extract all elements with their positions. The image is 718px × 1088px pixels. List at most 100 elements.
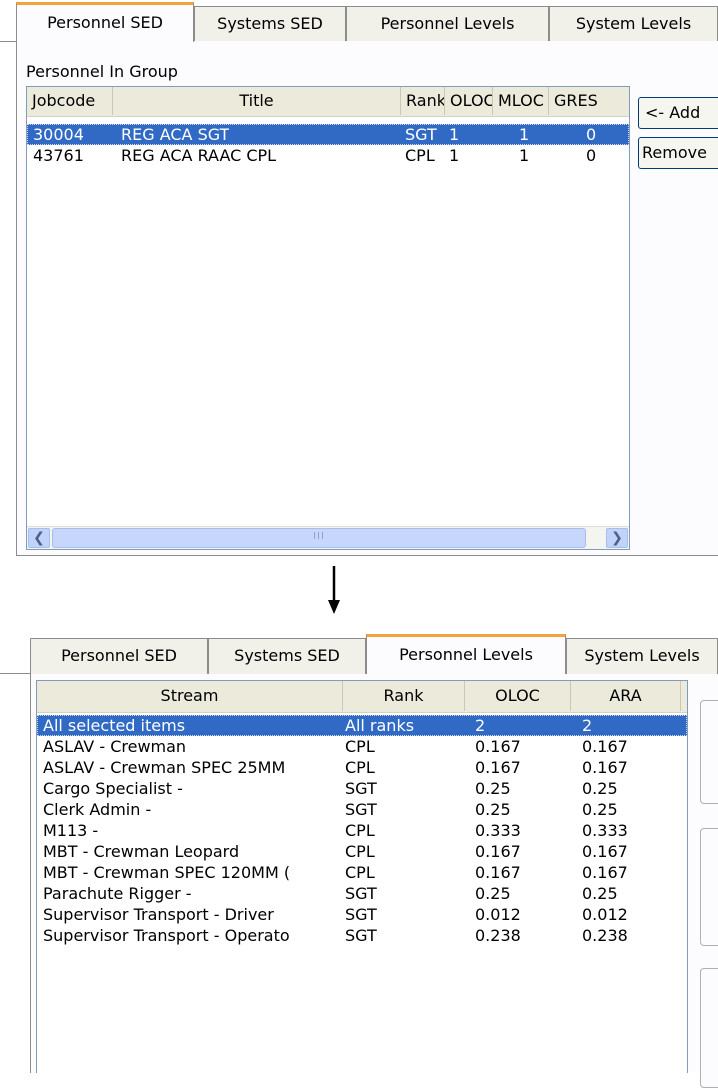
- cell-ara: 0.25: [582, 779, 618, 798]
- list-header: Jobcode Title Rank OLOC MLOC GRES: [27, 87, 629, 117]
- top-tabstrip: Personnel SED Systems SED Personnel Leve…: [0, 2, 718, 46]
- cell-rank: CPL: [345, 758, 375, 777]
- col-stream[interactable]: Stream: [37, 681, 343, 711]
- personnel-group-list[interactable]: Jobcode Title Rank OLOC MLOC GRES 30004 …: [26, 86, 630, 550]
- arrow-down-icon: [328, 566, 340, 614]
- cell-oloc: 1: [449, 125, 460, 144]
- cell-stream: ASLAV - Crewman: [43, 737, 187, 756]
- table-row[interactable]: Parachute Rigger - SGT 0.25 0.25: [37, 883, 687, 904]
- cell-mloc: 1: [519, 125, 530, 144]
- cell-rank: CPL: [345, 842, 375, 861]
- cell-oloc: 0.167: [475, 842, 521, 861]
- cell-stream: ASLAV - Crewman SPEC 25MM: [43, 758, 286, 777]
- col-gres[interactable]: GRES: [549, 87, 629, 115]
- cell-ara: 0.167: [582, 863, 628, 882]
- table-row[interactable]: Supervisor Transport - Driver SGT 0.012 …: [37, 904, 687, 925]
- horizontal-scrollbar[interactable]: ❮ III ❯: [27, 526, 629, 549]
- cell-rank: CPL: [345, 821, 375, 840]
- table-row[interactable]: M113 - CPL 0.333 0.333: [37, 820, 687, 841]
- col-rank[interactable]: Rank: [343, 681, 465, 711]
- cell-rank: All ranks: [345, 716, 415, 735]
- table-row[interactable]: 30004 REG ACA SGT SGT 1 1 0: [27, 124, 629, 145]
- col-oloc[interactable]: OLOC: [465, 681, 571, 711]
- cell-rank: SGT: [405, 125, 437, 144]
- side-group-box: [700, 968, 718, 1088]
- cell-oloc: 0.238: [475, 926, 521, 945]
- cell-mloc: 1: [519, 146, 530, 165]
- cell-title: REG ACA SGT: [121, 125, 230, 144]
- table-row[interactable]: ASLAV - Crewman CPL 0.167 0.167: [37, 736, 687, 757]
- cell-rank: SGT: [345, 905, 377, 924]
- cell-jobcode: 43761: [33, 146, 84, 165]
- cell-oloc: 0.25: [475, 779, 511, 798]
- cell-stream: Supervisor Transport - Driver: [43, 905, 274, 924]
- cell-oloc: 0.25: [475, 884, 511, 903]
- cell-ara: 0.167: [582, 842, 628, 861]
- cell-oloc: 2: [475, 716, 486, 735]
- table-row[interactable]: All selected items All ranks 2 2: [37, 715, 687, 736]
- scroll-left-icon[interactable]: ❮: [28, 528, 50, 548]
- table-row[interactable]: Supervisor Transport - Operato SGT 0.238…: [37, 925, 687, 946]
- add-button[interactable]: <- Add: [638, 97, 718, 129]
- cell-ara: 0.238: [582, 926, 628, 945]
- remove-button[interactable]: Remove: [638, 137, 718, 169]
- cell-oloc: 0.167: [475, 737, 521, 756]
- table-row[interactable]: Cargo Specialist - SGT 0.25 0.25: [37, 778, 687, 799]
- tab-system-levels[interactable]: System Levels: [566, 638, 718, 674]
- top-window: Personnel SED Systems SED Personnel Leve…: [0, 0, 718, 556]
- cell-jobcode: 30004: [33, 125, 84, 144]
- table-row[interactable]: 43761 REG ACA RAAC CPL CPL 1 1 0: [27, 145, 629, 166]
- cell-rank: CPL: [405, 146, 435, 165]
- col-rank[interactable]: Rank: [401, 87, 445, 115]
- cell-oloc: 0.012: [475, 905, 521, 924]
- cell-rank: SGT: [345, 884, 377, 903]
- bottom-tabstrip: Personnel SED Systems SED Personnel Leve…: [0, 634, 718, 678]
- cell-rank: CPL: [345, 863, 375, 882]
- tab-personnel-sed[interactable]: Personnel SED: [30, 638, 208, 674]
- scroll-thumb[interactable]: III: [52, 528, 586, 548]
- col-title[interactable]: Title: [113, 87, 401, 115]
- col-mloc[interactable]: MLOC: [493, 87, 549, 115]
- cell-ara: 0.167: [582, 758, 628, 777]
- scroll-right-icon[interactable]: ❯: [606, 528, 628, 548]
- cell-ara: 2: [582, 716, 593, 735]
- cell-stream: Supervisor Transport - Operato: [43, 926, 290, 945]
- cell-rank: SGT: [345, 926, 377, 945]
- cell-rank: CPL: [345, 737, 375, 756]
- cell-ara: 0.25: [582, 800, 618, 819]
- cell-rank: SGT: [345, 800, 377, 819]
- cell-oloc: 0.167: [475, 758, 521, 777]
- tab-personnel-sed[interactable]: Personnel SED: [16, 2, 194, 42]
- cell-rank: SGT: [345, 779, 377, 798]
- cell-ara: 0.012: [582, 905, 628, 924]
- cell-oloc: 1: [449, 146, 460, 165]
- group-label: Personnel In Group: [26, 62, 178, 81]
- cell-gres: 0: [586, 125, 597, 144]
- tab-system-levels[interactable]: System Levels: [549, 6, 718, 42]
- cell-stream: M113 -: [43, 821, 99, 840]
- cell-stream: All selected items: [43, 716, 186, 735]
- cell-stream: Cargo Specialist -: [43, 779, 183, 798]
- tab-personnel-levels[interactable]: Personnel Levels: [346, 6, 549, 42]
- cell-stream: MBT - Crewman SPEC 120MM (: [43, 863, 291, 882]
- col-oloc[interactable]: OLOC: [445, 87, 493, 115]
- tab-systems-sed[interactable]: Systems SED: [208, 638, 366, 674]
- tab-systems-sed[interactable]: Systems SED: [194, 6, 346, 42]
- cell-stream: MBT - Crewman Leopard: [43, 842, 240, 861]
- cell-title: REG ACA RAAC CPL: [121, 146, 277, 165]
- list-header: Stream Rank OLOC ARA: [37, 681, 687, 713]
- cell-ara: 0.25: [582, 884, 618, 903]
- tab-personnel-levels[interactable]: Personnel Levels: [366, 634, 566, 674]
- col-jobcode[interactable]: Jobcode: [27, 87, 113, 115]
- side-group-box: [700, 700, 718, 804]
- table-row[interactable]: Clerk Admin - SGT 0.25 0.25: [37, 799, 687, 820]
- table-row[interactable]: ASLAV - Crewman SPEC 25MM CPL 0.167 0.16…: [37, 757, 687, 778]
- bottom-window: Personnel SED Systems SED Personnel Leve…: [0, 628, 718, 1088]
- cell-oloc: 0.333: [475, 821, 521, 840]
- table-row[interactable]: MBT - Crewman SPEC 120MM ( CPL 0.167 0.1…: [37, 862, 687, 883]
- col-ara[interactable]: ARA: [571, 681, 681, 711]
- table-row[interactable]: MBT - Crewman Leopard CPL 0.167 0.167: [37, 841, 687, 862]
- personnel-levels-list[interactable]: Stream Rank OLOC ARA All selected items …: [36, 680, 688, 1073]
- cell-stream: Parachute Rigger -: [43, 884, 192, 903]
- side-group-box: [700, 828, 718, 946]
